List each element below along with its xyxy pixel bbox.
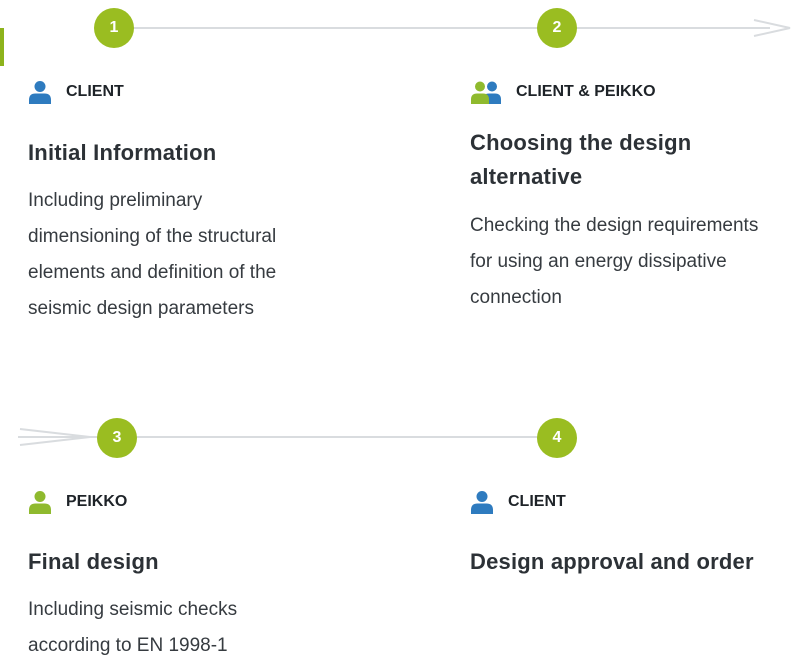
step-number-badge: 1 <box>94 8 134 48</box>
step-description: Including preliminary dimensioning of th… <box>28 190 277 319</box>
arrow-in-icon <box>19 428 91 446</box>
role-peikko: PEIKKO <box>28 490 127 514</box>
people-icon <box>471 81 501 104</box>
step-number-badge: 2 <box>537 8 577 48</box>
role-label: CLIENT <box>66 83 124 100</box>
person-icon <box>29 81 51 104</box>
person-icon <box>29 491 51 514</box>
arrow-right-icon <box>753 19 791 37</box>
step-description: Checking the design requirements for usi… <box>470 215 759 308</box>
role-label: CLIENT & PEIKKO <box>516 83 656 100</box>
left-accent-bar <box>0 28 4 66</box>
role-client: CLIENT <box>28 80 124 104</box>
role-client: CLIENT <box>470 490 566 514</box>
timeline-line-top <box>120 27 770 29</box>
role-label: CLIENT <box>508 493 566 510</box>
step-title: Design approval and order <box>470 549 754 574</box>
step-title: Final design <box>28 549 159 574</box>
step-title: Initial Information <box>28 140 217 165</box>
step-number-badge: 4 <box>537 418 577 458</box>
step-description: Including seismic checks according to EN… <box>28 599 238 656</box>
step-number-badge: 3 <box>97 418 137 458</box>
step-title: Choosing the design alternative <box>470 130 692 189</box>
person-icon <box>471 491 493 514</box>
role-client-and-peikko: CLIENT & PEIKKO <box>470 80 656 104</box>
role-label: PEIKKO <box>66 493 128 510</box>
